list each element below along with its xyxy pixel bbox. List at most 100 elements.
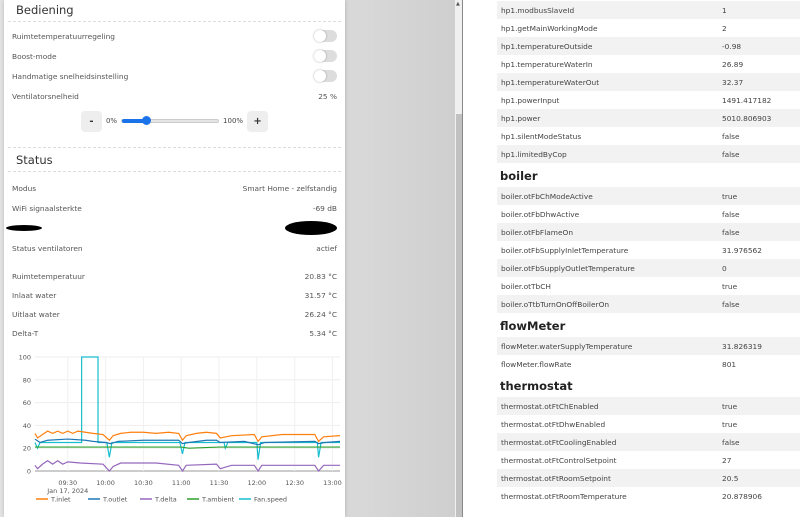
row-value: 31.826319 (722, 341, 762, 351)
scrollbar-thumb[interactable] (456, 114, 462, 517)
row-key: hp1.getMainWorkingMode (501, 23, 598, 33)
table-row: thermostat.otFtControlSetpoint 27 (497, 451, 800, 469)
temperature-chart[interactable]: 0 20 40 60 80 100 09:30 10:00 10:30 11:00 11:30 12:… (0, 340, 345, 517)
row-key: flowMeter.flowRate (501, 359, 572, 369)
y-tick-label: 20 (23, 445, 31, 453)
toggle-row-boost: Boost-mode (4, 46, 345, 66)
x-tick-label: 11:30 (210, 479, 229, 487)
legend-label: Fan.speed (254, 496, 287, 504)
manual-speed-toggle[interactable] (314, 70, 337, 82)
legend-item-t-ambient[interactable]: T.ambient (187, 496, 235, 504)
legend-item-t-delta[interactable]: T.delta (140, 496, 177, 504)
row-key: boiler.otTbCH (501, 281, 551, 291)
toggle-label: Ruimtetemperatuurregeling (12, 31, 115, 41)
status-label: Modus (12, 183, 37, 193)
table-row: hp1.silentModeStatus false (497, 127, 800, 145)
increase-button[interactable]: + (247, 110, 269, 132)
redacted-row (4, 218, 345, 238)
x-tick-label: 12:00 (247, 479, 266, 487)
row-value: -0.98 (722, 41, 742, 51)
row-value: true (722, 419, 738, 429)
room-temp-toggle[interactable] (314, 30, 337, 42)
row-value: 1 (722, 5, 727, 15)
row-key: boiler.oTtbTurnOnOffBoilerOn (501, 299, 610, 309)
fan-speed-label: Ventilatorsnelheid (12, 91, 79, 101)
temp-value: 31.57 °C (304, 291, 337, 300)
temp-label: Ruimtetemperatuur (12, 272, 85, 281)
fan-speed-value: 25 % (318, 91, 337, 101)
temp-value: 20.83 °C (304, 272, 337, 281)
row-value: 0 (722, 263, 727, 273)
status-label: WiFi signaalsterkte (12, 203, 82, 213)
scrollbar[interactable]: ▲ (455, 0, 463, 517)
row-value: 2 (722, 23, 727, 33)
table-row: thermostat.otFtCoolingEnabled false (497, 433, 800, 451)
x-tick-label: 12:30 (285, 479, 304, 487)
row-value: false (722, 131, 740, 141)
legend-item-fan-speed[interactable]: Fan.speed (239, 496, 287, 504)
table-row: thermostat.otFtChEnabled true (497, 397, 800, 415)
row-value: 5010.806903 (722, 113, 772, 123)
table-row: flowMeter.waterSupplyTemperature 31.82631… (497, 337, 800, 355)
table-row: boiler.otFbSupplyOutletTemperature 0 (497, 259, 800, 277)
status-value: actief (316, 243, 337, 253)
status-value: -69 dB (312, 203, 337, 213)
row-value: 32.37 (722, 77, 744, 87)
x-tick-label: 13:00 (323, 479, 342, 487)
temp-row: Inlaat water 31.57 °C (4, 286, 345, 305)
legend-item-t-inlet[interactable]: T.inlet (36, 496, 71, 504)
redaction-mark (6, 225, 42, 231)
table-row: hp1.modbusSlaveId 1 (497, 1, 800, 19)
toggle-label: Handmatige snelheidsinstelling (12, 71, 129, 81)
x-tick-label: 10:00 (96, 479, 115, 487)
scroll-up-arrow-icon[interactable]: ▲ (456, 1, 460, 7)
row-key: hp1.power (501, 113, 541, 123)
row-value: true (722, 401, 738, 411)
status-row: Status ventilatoren actief (4, 238, 345, 258)
row-key: flowMeter.waterSupplyTemperature (501, 341, 633, 351)
section-heading-thermostat: thermostat (500, 379, 573, 393)
table-row: hp1.temperatureWaterOut 32.37 (497, 73, 800, 91)
row-key: thermostat.otFtChEnabled (501, 401, 599, 411)
section-heading-flowMeter: flowMeter (500, 319, 566, 333)
boost-mode-toggle[interactable] (314, 50, 337, 62)
fan-speed-slider[interactable] (121, 116, 220, 125)
y-tick-label: 60 (23, 399, 31, 407)
row-key: boiler.otFbFlameOn (501, 227, 574, 237)
toggle-row-manual-speed: Handmatige snelheidsinstelling (4, 66, 345, 86)
y-tick-label: 0 (27, 468, 31, 476)
slider-handle[interactable] (142, 116, 152, 125)
decrease-button[interactable]: - (80, 110, 102, 132)
row-value: 26.89 (722, 59, 744, 69)
toggle-row-room-temp: Ruimtetemperatuurregeling (4, 26, 345, 46)
legend-item-t-outlet[interactable]: T.outlet (88, 496, 128, 504)
status-row: WiFi signaalsterkte -69 dB (4, 198, 345, 218)
row-key: boiler.otFbSupplyOutletTemperature (501, 263, 635, 273)
row-value: true (722, 191, 738, 201)
section-heading-boiler: boiler (500, 169, 538, 183)
row-key: boiler.otFbSupplyInletTemperature (501, 245, 629, 255)
table-row: boiler.otFbDhwActive false (497, 205, 800, 223)
y-tick-label: 100 (19, 354, 31, 362)
data-table: hp1.modbusSlaveId 1 hp1.getMainWorkingMode… (497, 1, 800, 505)
legend-label: T.ambient (201, 496, 235, 504)
row-key: thermostat.otFtControlSetpoint (501, 455, 617, 465)
slider-min-label: 0% (105, 117, 118, 125)
row-value: 1491.417182 (722, 95, 772, 105)
row-key: hp1.temperatureOutside (501, 41, 593, 51)
temp-label: Delta-T (12, 329, 39, 338)
row-value: false (722, 299, 740, 309)
row-value: 20.5 (722, 473, 739, 483)
row-key: thermostat.otFtDhwEnabled (501, 419, 606, 429)
table-group: boiler.otFbChModeActive true boiler.otFbDh… (497, 187, 800, 313)
y-tick-label: 40 (23, 422, 31, 430)
table-row: hp1.limitedByCop false (497, 145, 800, 163)
row-value: 801 (722, 359, 737, 369)
table-group: thermostat.otFtChEnabled true thermostat.o… (497, 397, 800, 505)
row-value: true (722, 281, 738, 291)
row-value: false (722, 437, 740, 447)
table-row: hp1.powerInput 1491.417182 (497, 91, 800, 109)
table-row: boiler.otFbSupplyInletTemperature 31.9765… (497, 241, 800, 259)
row-key: thermostat.otFtCoolingEnabled (501, 437, 617, 447)
table-row: flowMeter.flowRate 801 (497, 355, 800, 373)
